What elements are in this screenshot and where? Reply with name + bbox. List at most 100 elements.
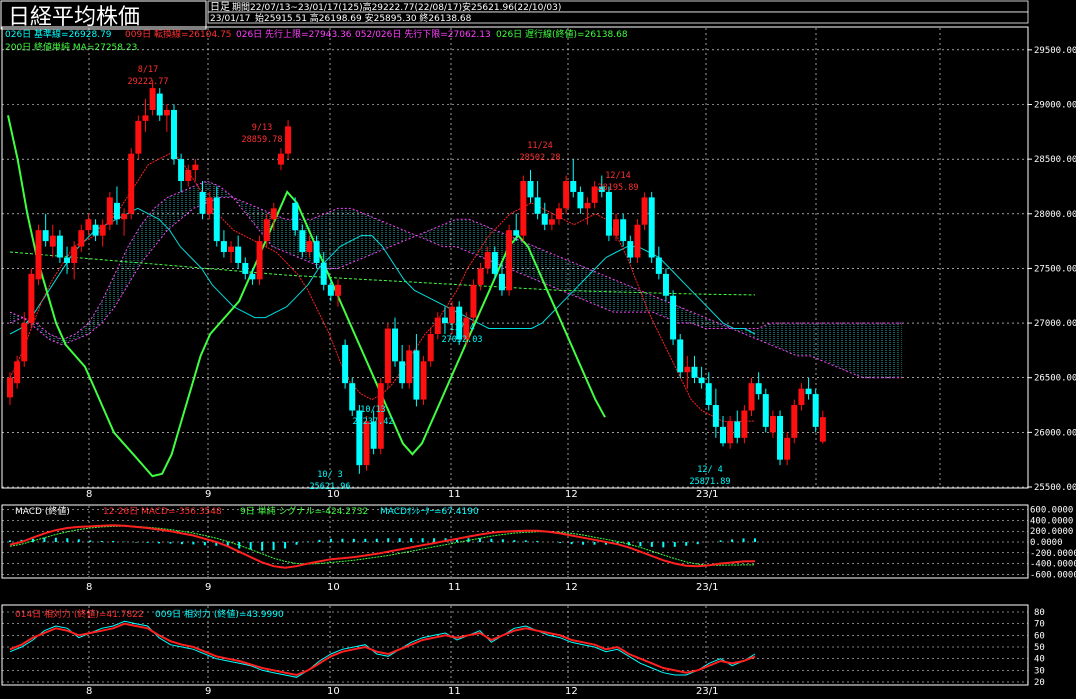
stock-chart: 日経平均株価 日足 期間22/07/13~23/01/17(125)高29222… <box>0 0 1076 697</box>
candle-body <box>392 328 399 362</box>
senkou-a-line <box>9 180 902 379</box>
candle-body <box>277 153 284 165</box>
macd-legend-osc: MACDｵｼﾚｰﾀｰ=67.4190 <box>380 506 479 517</box>
indicator-legend: 026日 基準線=26928.79 009日 転換線=26104.75 026日… <box>5 28 628 53</box>
candle-body <box>441 317 448 324</box>
candle-body <box>720 426 726 444</box>
price-tick-label: 29500.00 <box>1034 46 1076 56</box>
rsi-9-line <box>9 620 756 678</box>
candle-body <box>648 197 655 258</box>
candle-body <box>677 339 684 373</box>
candle-body <box>541 213 548 225</box>
x-tick-label: 8 <box>86 686 92 697</box>
x-tick-label: 9 <box>205 489 211 500</box>
candle-body <box>106 197 113 225</box>
candle-body <box>570 181 577 192</box>
candle-body <box>670 295 677 340</box>
candle-body <box>627 241 634 258</box>
candle-body <box>242 262 249 274</box>
candle-body <box>342 344 349 384</box>
candle-body <box>506 230 513 291</box>
macd-tick-label: 600.0000 <box>1030 506 1073 516</box>
candle-body <box>784 437 791 460</box>
rsi-tick-label: 20 <box>1034 678 1045 688</box>
price-tick-label: 28000.00 <box>1034 210 1076 220</box>
candle-body <box>306 241 313 253</box>
macd-tick-label: -200.0000 <box>1030 549 1076 559</box>
rsi-tick-label: 70 <box>1034 620 1045 630</box>
candle-body <box>64 257 71 263</box>
candle-body <box>384 328 391 384</box>
x-tick-label: 12 <box>565 686 578 697</box>
price-tick-label: 26000.00 <box>1034 428 1076 438</box>
candle-body <box>192 164 199 171</box>
candle-body <box>584 202 591 209</box>
rsi-tick-label: 30 <box>1034 666 1045 676</box>
candle-body <box>605 191 612 236</box>
candle-body <box>548 219 555 225</box>
candle-body <box>299 230 306 253</box>
period-range: 期間22/07/13~23/01/17(125)高29222.77(22/08/… <box>232 1 561 13</box>
candle-body <box>71 246 78 263</box>
candle-body <box>406 350 413 384</box>
annotation-date: 8/17 <box>138 65 158 75</box>
candle-body <box>128 153 135 214</box>
candle-body <box>819 417 826 442</box>
candle-body <box>178 159 185 181</box>
candle-body <box>142 115 149 121</box>
candle-body <box>741 410 748 438</box>
x-tick-label: 23/1 <box>696 489 718 500</box>
x-tick-label: 23/1 <box>696 686 718 697</box>
macd-tick-label: 200.0000 <box>1030 527 1073 537</box>
candle-body <box>113 202 120 220</box>
macd-tick-label: 400.0000 <box>1030 516 1073 526</box>
candle-body <box>149 88 156 110</box>
candle-body <box>185 170 192 181</box>
annotation-date: 10/13 <box>360 405 386 415</box>
candle-body <box>7 377 13 398</box>
candle-body <box>748 383 755 411</box>
annotation-date: 11/24 <box>527 141 553 151</box>
legend-kijun: 026日 基準線=26928.79 <box>5 28 112 40</box>
candle-body <box>705 383 712 406</box>
x-tick-label: 9 <box>205 686 211 697</box>
rsi-chart: 80 7060 50 4030 20 <box>2 608 1045 688</box>
price-tick-label: 28500.00 <box>1034 155 1076 165</box>
x-tick-label: 9 <box>205 582 211 593</box>
candle-body <box>556 208 563 220</box>
candle-body <box>520 181 527 236</box>
candle-body <box>791 405 798 438</box>
candle-body <box>99 224 106 236</box>
annotation-value: 27032.03 <box>442 335 483 345</box>
candle-body <box>263 219 270 242</box>
candle-body <box>256 241 263 280</box>
candle-body <box>563 181 570 209</box>
candle-body <box>477 268 484 285</box>
rsi-tick-label: 50 <box>1034 643 1045 653</box>
candle-body <box>399 361 406 384</box>
rsi-tick-label: 80 <box>1034 608 1045 618</box>
chart-header: 日経平均株価 日足 期間22/07/13~23/01/17(125)高29222… <box>0 0 1029 30</box>
legend-ma200: 200日 終値単純 MA=27258.23 <box>5 41 137 53</box>
macd-legend-macd: 12-26日 MACD=-356.3548 <box>103 506 222 517</box>
candle-body <box>235 246 242 263</box>
candle-body <box>249 273 256 280</box>
x-tick-label: 12 <box>565 582 578 593</box>
candle-body <box>199 191 206 214</box>
candle-body <box>35 230 42 280</box>
candle-body <box>641 197 648 225</box>
candle-body <box>313 241 320 263</box>
candle-body <box>798 388 805 406</box>
macd-signal-line <box>9 525 756 566</box>
candle-body <box>270 208 277 220</box>
legend-chikou: 026日 遅行線(終値)=26138.68 <box>496 28 628 40</box>
candle-body <box>413 350 420 400</box>
candle-body <box>121 213 128 220</box>
x-tick-label: 12 <box>565 489 578 500</box>
candle-body <box>228 246 235 253</box>
x-tick-label: 8 <box>86 582 92 593</box>
candle-body <box>662 273 669 296</box>
candle-body <box>92 224 99 236</box>
candle-body <box>762 394 769 427</box>
candle-body <box>21 323 28 362</box>
